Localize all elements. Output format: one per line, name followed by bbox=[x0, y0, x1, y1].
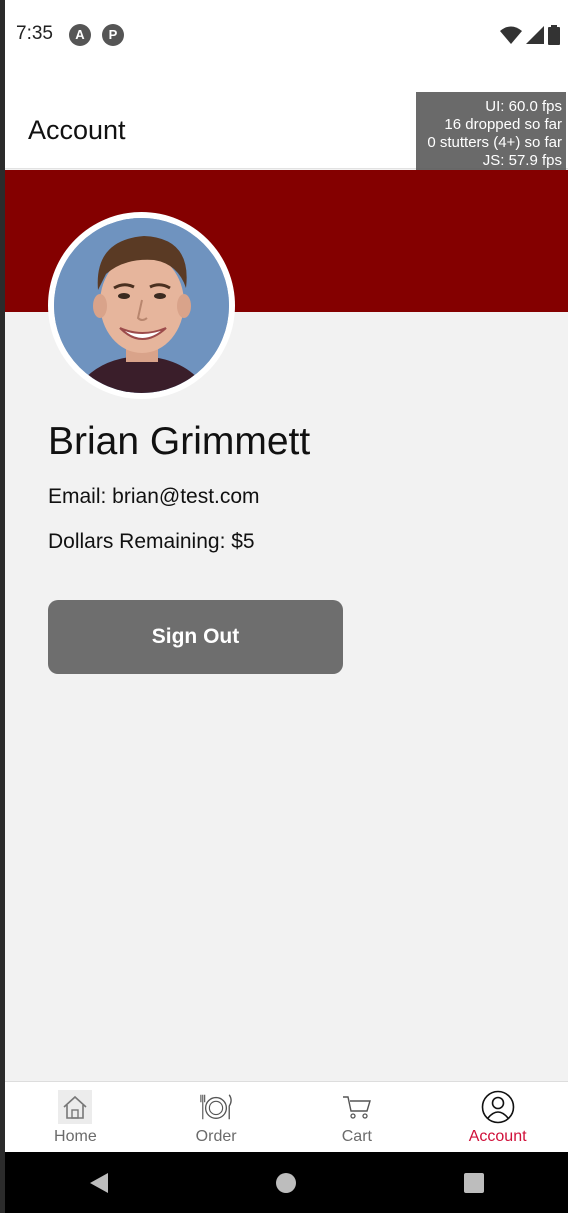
perf-stutters: 0 stutters (4+) so far bbox=[427, 134, 562, 151]
recents-button[interactable] bbox=[444, 1158, 504, 1208]
portrait-image bbox=[54, 218, 229, 393]
tab-label: Cart bbox=[341, 1128, 372, 1145]
tab-label: Home bbox=[54, 1128, 97, 1145]
home-circle-icon bbox=[276, 1172, 297, 1193]
notification-app-icon: P bbox=[102, 24, 124, 46]
status-icons bbox=[500, 24, 560, 46]
back-icon bbox=[89, 1172, 108, 1193]
tab-home[interactable]: Home bbox=[5, 1082, 146, 1152]
profile-email: Email: brian@test.com bbox=[48, 485, 260, 508]
signal-icon bbox=[526, 26, 544, 44]
home-icon bbox=[58, 1090, 93, 1124]
profile-name: Brian Grimmett bbox=[48, 420, 311, 463]
page-title: Account bbox=[28, 115, 126, 145]
status-bar: 7:35 A P bbox=[5, 0, 568, 70]
notification-app-icon: A bbox=[69, 24, 91, 46]
perf-js-fps: JS: 57.9 fps bbox=[482, 152, 562, 169]
avatar bbox=[48, 212, 235, 399]
battery-icon bbox=[548, 25, 560, 45]
tab-cart[interactable]: Cart bbox=[287, 1082, 428, 1152]
tab-label: Account bbox=[468, 1128, 527, 1145]
perf-ui-fps: UI: 60.0 fps bbox=[485, 98, 562, 115]
back-button[interactable] bbox=[69, 1158, 129, 1208]
perf-monitor-overlay: UI: 60.0 fps 16 dropped so far 0 stutter… bbox=[416, 92, 566, 177]
user-circle-icon bbox=[481, 1090, 515, 1124]
profile-dollars-remaining: Dollars Remaining: $5 bbox=[48, 530, 255, 553]
tab-order[interactable]: Order bbox=[146, 1082, 287, 1152]
avatar-photo bbox=[54, 218, 229, 393]
status-time: 7:35 bbox=[16, 23, 53, 44]
sign-out-button[interactable]: Sign Out bbox=[48, 600, 343, 674]
perf-dropped: 16 dropped so far bbox=[444, 116, 562, 133]
wifi-icon bbox=[500, 26, 522, 44]
bottom-tab-bar: Home Order Cart Account bbox=[5, 1081, 568, 1152]
cart-icon bbox=[340, 1090, 374, 1124]
tab-account[interactable]: Account bbox=[427, 1082, 568, 1152]
tab-label: Order bbox=[195, 1128, 237, 1145]
home-nav-button[interactable] bbox=[256, 1158, 316, 1208]
system-nav-bar bbox=[5, 1152, 568, 1213]
plate-icon bbox=[199, 1090, 233, 1124]
recents-square-icon bbox=[464, 1172, 485, 1193]
app-screen: 7:35 A P Account UI: 60.0 fps 16 dropped… bbox=[5, 0, 568, 1213]
